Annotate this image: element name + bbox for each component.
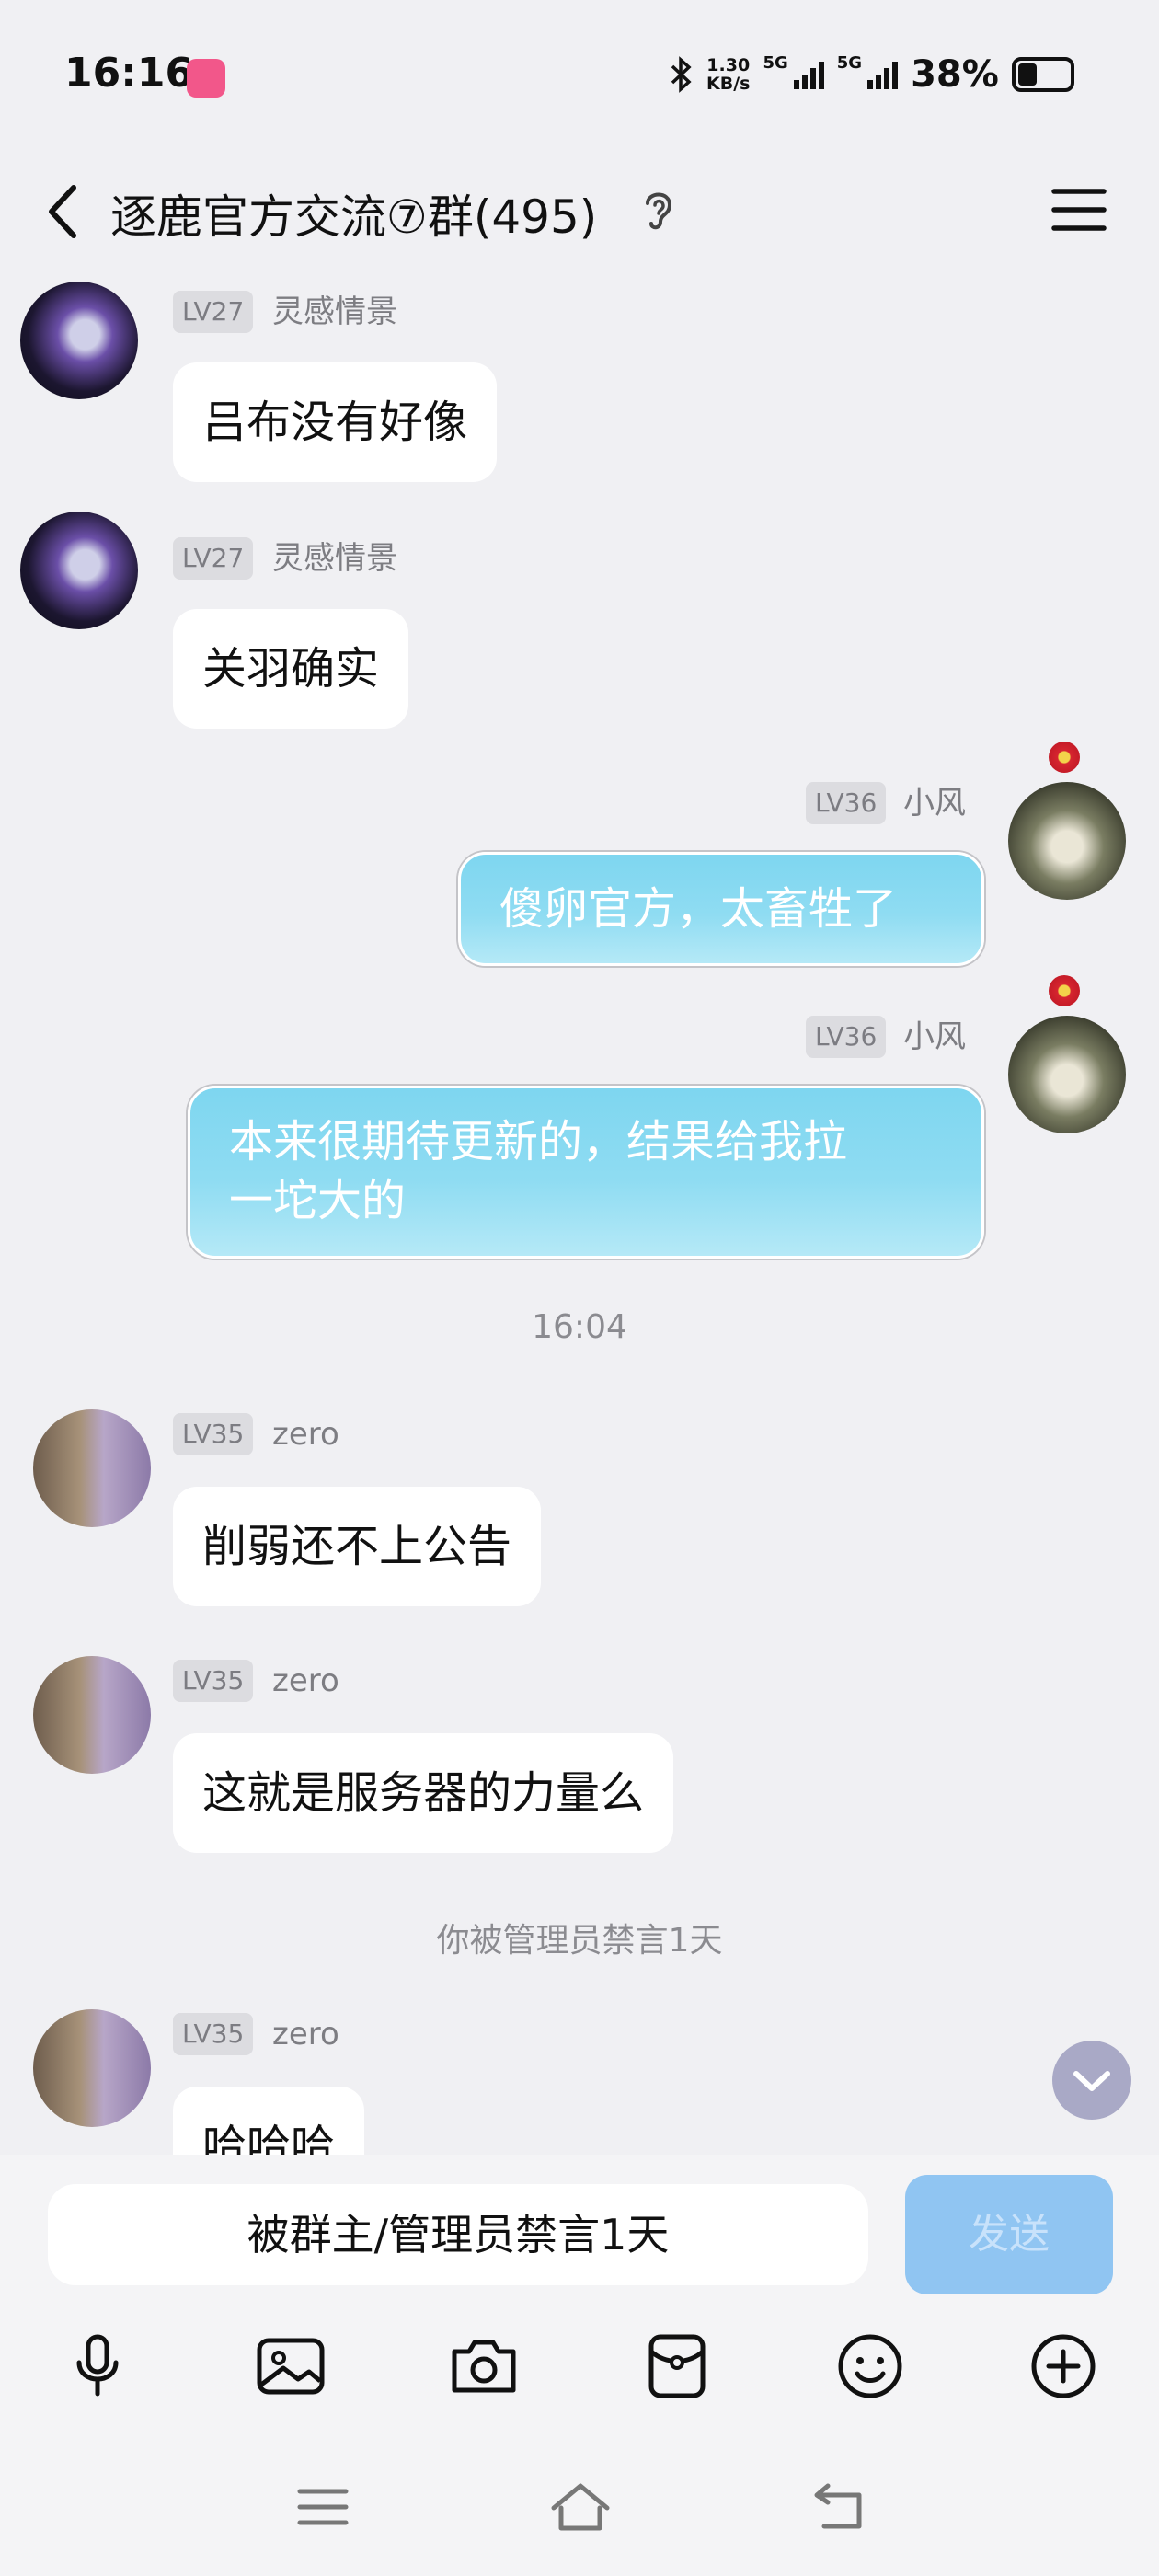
- microphone-icon[interactable]: [61, 2329, 134, 2403]
- message-timestamp: 16:04: [532, 1308, 627, 1346]
- ear-icon[interactable]: [640, 187, 677, 233]
- emoji-icon[interactable]: [833, 2329, 907, 2403]
- sender-nickname[interactable]: 小风: [903, 1016, 966, 1058]
- chevron-left-icon: [49, 185, 76, 238]
- sender-nickname[interactable]: 小风: [903, 782, 966, 824]
- sender-nickname[interactable]: zero: [272, 1660, 339, 1702]
- sender-avatar[interactable]: [33, 1656, 151, 1774]
- app-notification-icon: [187, 59, 225, 98]
- message-bubble[interactable]: 这就是服务器的力量么: [173, 1733, 674, 1853]
- battery-percent: 38%: [911, 53, 999, 96]
- level-badge: LV36: [806, 1016, 887, 1058]
- level-badge: LV27: [173, 537, 254, 580]
- scroll-to-bottom-button[interactable]: [1052, 2041, 1131, 2120]
- chevron-down-icon: [1073, 2071, 1110, 2091]
- self-avatar[interactable]: [1008, 782, 1126, 900]
- status-time: 16:16: [64, 50, 194, 97]
- home-icon[interactable]: [548, 2475, 613, 2539]
- message-bubble-self[interactable]: 傻卵官方，太畜牲了: [458, 852, 984, 966]
- signal-2-label: 5G: [836, 53, 863, 73]
- message-line: 一坨大的: [229, 1175, 407, 1226]
- network-speed: 1.30 KB/s: [706, 56, 750, 93]
- red-packet-icon[interactable]: [640, 2329, 714, 2403]
- message-bubble[interactable]: 关羽确实: [173, 609, 409, 729]
- chat-message-list[interactable]: LV27 灵感情景 吕布没有好像 LV27 灵感情景 关羽确实 LV36 小风 …: [0, 276, 1159, 2155]
- input-toolbar: [0, 2311, 1159, 2421]
- self-avatar[interactable]: [1008, 1016, 1126, 1133]
- sender-avatar[interactable]: [33, 1409, 151, 1527]
- status-indicators: 1.30 KB/s 5G 5G 38%: [670, 53, 1074, 96]
- level-badge: LV35: [173, 2013, 254, 2055]
- message-bubble[interactable]: 哈哈哈: [173, 2087, 365, 2155]
- image-icon[interactable]: [254, 2329, 327, 2403]
- level-badge: LV36: [806, 782, 887, 824]
- flower-decoration-icon: [1049, 975, 1080, 1006]
- back-icon[interactable]: [806, 2475, 870, 2539]
- camera-icon[interactable]: [447, 2329, 521, 2403]
- sender-nickname[interactable]: 灵感情景: [272, 537, 397, 580]
- sender-avatar[interactable]: [20, 282, 138, 399]
- sender-nickname[interactable]: zero: [272, 2013, 339, 2055]
- hamburger-icon: [1051, 189, 1107, 231]
- level-badge: LV35: [173, 1660, 254, 1702]
- level-badge: LV35: [173, 1413, 254, 1455]
- signal-1-label: 5G: [763, 53, 788, 73]
- signal-2-icon: [867, 60, 899, 89]
- sender-nickname[interactable]: 灵感情景: [272, 291, 397, 333]
- system-notice: 你被管理员禁言1天: [436, 1922, 723, 1960]
- chat-title[interactable]: 逐鹿官方交流⑦群(495): [110, 180, 597, 247]
- message-line: 本来很期待更新的，结果给我拉: [229, 1116, 848, 1167]
- message-bubble-self[interactable]: 本来很期待更新的，结果给我拉 一坨大的: [188, 1086, 984, 1259]
- message-input-muted[interactable]: 被群主/管理员禁言1天: [48, 2184, 868, 2285]
- network-speed-unit: KB/s: [706, 74, 751, 94]
- bluetooth-icon: [671, 56, 692, 93]
- back-button[interactable]: [37, 175, 92, 248]
- signal-1-icon: [793, 60, 824, 89]
- menu-button[interactable]: [1049, 184, 1109, 236]
- network-speed-value: 1.30: [706, 55, 751, 75]
- level-badge: LV27: [173, 291, 254, 333]
- message-bubble[interactable]: 削弱还不上公告: [173, 1487, 542, 1606]
- flower-decoration-icon: [1049, 742, 1080, 773]
- sender-nickname[interactable]: zero: [272, 1413, 339, 1455]
- sender-avatar[interactable]: [20, 512, 138, 629]
- sender-avatar[interactable]: [33, 2009, 151, 2127]
- send-button[interactable]: 发送: [905, 2175, 1113, 2294]
- menu-icon[interactable]: [291, 2475, 355, 2539]
- plus-icon[interactable]: [1027, 2329, 1100, 2403]
- battery-icon: [1011, 57, 1074, 92]
- message-bubble[interactable]: 吕布没有好像: [173, 362, 498, 482]
